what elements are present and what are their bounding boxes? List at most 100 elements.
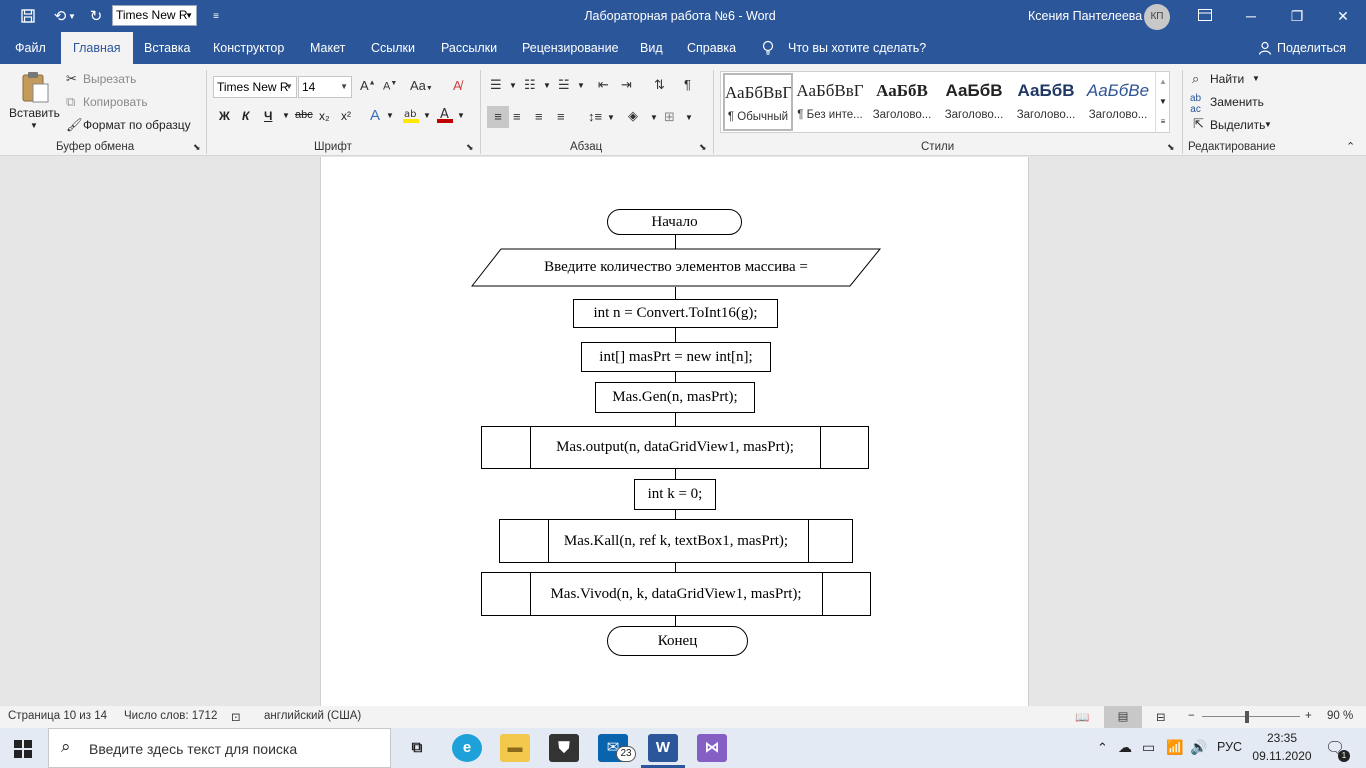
document-canvas[interactable]: Начало Введите количество элементов масс… xyxy=(0,157,1366,706)
word-count[interactable]: Число слов: 1712 xyxy=(124,710,217,722)
styles-scroll-up-icon[interactable]: ▲ xyxy=(1156,72,1170,92)
change-case-icon[interactable]: Aa▼ xyxy=(410,78,433,93)
multilevel-dropdown-icon[interactable]: ▼ xyxy=(577,81,585,90)
share-button[interactable]: Поделиться xyxy=(1277,32,1346,64)
flowchart-end[interactable]: Конец xyxy=(607,626,748,656)
style-heading-2[interactable]: АаБбВ Заголово... xyxy=(939,73,1009,131)
zoom-out-icon[interactable]: − xyxy=(1188,710,1195,722)
show-marks-icon[interactable]: ¶ xyxy=(684,77,691,92)
flowchart-predefined-kall[interactable]: Mas.Kall(n, ref k, textBox1, masPrt); xyxy=(499,519,853,563)
justify-icon[interactable]: ≡ xyxy=(557,109,565,124)
styles-more-icon[interactable]: ≡ xyxy=(1156,112,1170,132)
page-count[interactable]: Страница 10 из 14 xyxy=(8,710,107,722)
increase-indent-icon[interactable]: ⇥ xyxy=(621,77,632,93)
tell-me-search[interactable]: Что вы хотите сделать? xyxy=(788,32,926,64)
style-heading-3[interactable]: АаБбВ Заголово... xyxy=(1011,73,1081,131)
read-mode-icon[interactable]: 📖 xyxy=(1075,710,1089,724)
bullets-dropdown-icon[interactable]: ▼ xyxy=(509,81,517,90)
paste-button[interactable]: Вставить xyxy=(9,106,60,120)
bold-button[interactable]: Ж xyxy=(219,109,230,123)
borders-dropdown-icon[interactable]: ▼ xyxy=(685,113,693,122)
shrink-font-icon[interactable]: A▼ xyxy=(383,80,397,93)
clear-formatting-icon[interactable]: A̸ xyxy=(453,78,462,93)
tab-help[interactable]: Справка xyxy=(687,32,736,64)
proofing-icon[interactable]: ⊡ xyxy=(231,710,241,724)
tab-references[interactable]: Ссылки xyxy=(371,32,415,64)
style-no-spacing[interactable]: АаБбВвГ ¶ Без инте... xyxy=(795,73,865,131)
task-view-icon[interactable]: ⧉ xyxy=(402,734,432,762)
flowchart-process-init-k[interactable]: int k = 0; xyxy=(634,479,716,510)
copy-button[interactable]: Копировать xyxy=(83,95,148,109)
highlight-dropdown-icon[interactable]: ▼ xyxy=(423,111,431,120)
clock-time[interactable]: 23:35 xyxy=(1254,731,1310,745)
style-heading-4[interactable]: АаБбВе Заголово... xyxy=(1083,73,1153,131)
customize-toolbar-icon[interactable]: ≡ xyxy=(200,0,232,32)
clock-date[interactable]: 09.11.2020 xyxy=(1250,749,1314,763)
flowchart-predefined-output[interactable]: Mas.output(n, dataGridView1, masPrt); xyxy=(481,426,869,469)
print-layout-icon[interactable]: ▤ xyxy=(1104,706,1142,728)
cut-button[interactable]: Вырезать xyxy=(83,72,136,86)
line-spacing-icon[interactable]: ↕≡ xyxy=(588,109,602,124)
minimize-icon[interactable]: ─ xyxy=(1228,0,1274,32)
align-center-icon[interactable]: ≡ xyxy=(513,109,521,124)
web-layout-icon[interactable]: ⊟ xyxy=(1156,710,1166,724)
grow-font-icon[interactable]: A▲ xyxy=(360,78,376,93)
restore-icon[interactable]: ❐ xyxy=(1274,0,1320,32)
flowchart-start[interactable]: Начало xyxy=(607,209,742,235)
word-icon[interactable]: W xyxy=(648,734,678,762)
find-dropdown-icon[interactable]: ▼ xyxy=(1252,74,1260,83)
tab-review[interactable]: Рецензирование xyxy=(522,32,619,64)
document-page[interactable]: Начало Введите количество элементов масс… xyxy=(320,157,1029,706)
tab-file[interactable]: Файл xyxy=(15,32,46,64)
tab-insert[interactable]: Вставка xyxy=(144,32,190,64)
tab-mailings[interactable]: Рассылки xyxy=(441,32,497,64)
font-color-icon[interactable]: A xyxy=(436,106,454,127)
flowchart-process-gen[interactable]: Mas.Gen(n, masPrt); xyxy=(595,382,755,413)
sort-icon[interactable]: ⇅ xyxy=(654,77,665,93)
style-normal[interactable]: АаБбВвГ ¶ Обычный xyxy=(723,73,793,131)
battery-icon[interactable]: ▭ xyxy=(1142,739,1155,756)
strikethrough-button[interactable]: abc xyxy=(295,109,313,121)
font-name-mini-combo[interactable]: Times New R ▼ xyxy=(112,5,197,26)
style-heading-1[interactable]: АаБбВ Заголово... xyxy=(867,73,937,131)
bullets-icon[interactable]: ☰ xyxy=(490,77,502,93)
tab-design[interactable]: Конструктор xyxy=(213,32,284,64)
line-spacing-dropdown-icon[interactable]: ▼ xyxy=(607,113,615,122)
volume-icon[interactable]: 🔊 xyxy=(1190,739,1207,756)
tab-view[interactable]: Вид xyxy=(640,32,663,64)
redo-icon[interactable]: ↻ xyxy=(80,0,112,32)
undo-dropdown-icon[interactable]: ▼ xyxy=(62,0,82,32)
multilevel-list-icon[interactable]: ☱ xyxy=(558,77,570,93)
edge-icon[interactable]: e xyxy=(452,734,482,762)
paste-icon[interactable] xyxy=(18,70,52,106)
decrease-indent-icon[interactable]: ⇤ xyxy=(598,77,609,93)
clipboard-launcher-icon[interactable]: ⬊ xyxy=(193,142,201,153)
font-name-combo[interactable]: Times New R ▼ xyxy=(213,76,297,98)
zoom-level[interactable]: 90 % xyxy=(1327,710,1353,722)
shading-dropdown-icon[interactable]: ▼ xyxy=(650,113,658,122)
underline-dropdown-icon[interactable]: ▼ xyxy=(282,111,290,120)
taskbar-search-box[interactable]: ⌕ Введите здесь текст для поиска xyxy=(48,728,391,768)
highlight-icon[interactable]: ab xyxy=(402,106,420,127)
wifi-icon[interactable]: 📶 xyxy=(1166,739,1183,756)
paragraph-launcher-icon[interactable]: ⬊ xyxy=(699,142,707,153)
align-right-icon[interactable]: ≡ xyxy=(535,109,543,124)
italic-button[interactable]: К xyxy=(242,109,249,123)
tab-home[interactable]: Главная xyxy=(61,32,133,64)
close-icon[interactable]: ✕ xyxy=(1320,0,1366,32)
zoom-slider-thumb[interactable] xyxy=(1245,711,1249,723)
text-effects-dropdown-icon[interactable]: ▼ xyxy=(386,111,394,120)
windows-start-icon[interactable] xyxy=(14,740,32,761)
language-status[interactable]: английский (США) xyxy=(264,710,361,722)
flowchart-process-declare-array[interactable]: int[] masPrt = new int[n]; xyxy=(581,342,771,372)
cloud-icon[interactable]: ☁ xyxy=(1118,739,1132,756)
select-dropdown-icon[interactable]: ▼ xyxy=(1264,120,1272,129)
shading-icon[interactable]: ◈ xyxy=(628,108,638,124)
avatar[interactable]: КП xyxy=(1144,4,1170,30)
visual-studio-icon[interactable]: ⋈ xyxy=(697,734,727,762)
select-button[interactable]: Выделить xyxy=(1210,118,1265,132)
find-button[interactable]: Найти xyxy=(1210,72,1244,86)
paste-dropdown-icon[interactable]: ▼ xyxy=(30,121,38,130)
input-language[interactable]: РУС xyxy=(1217,740,1242,754)
save-icon[interactable] xyxy=(12,0,44,32)
